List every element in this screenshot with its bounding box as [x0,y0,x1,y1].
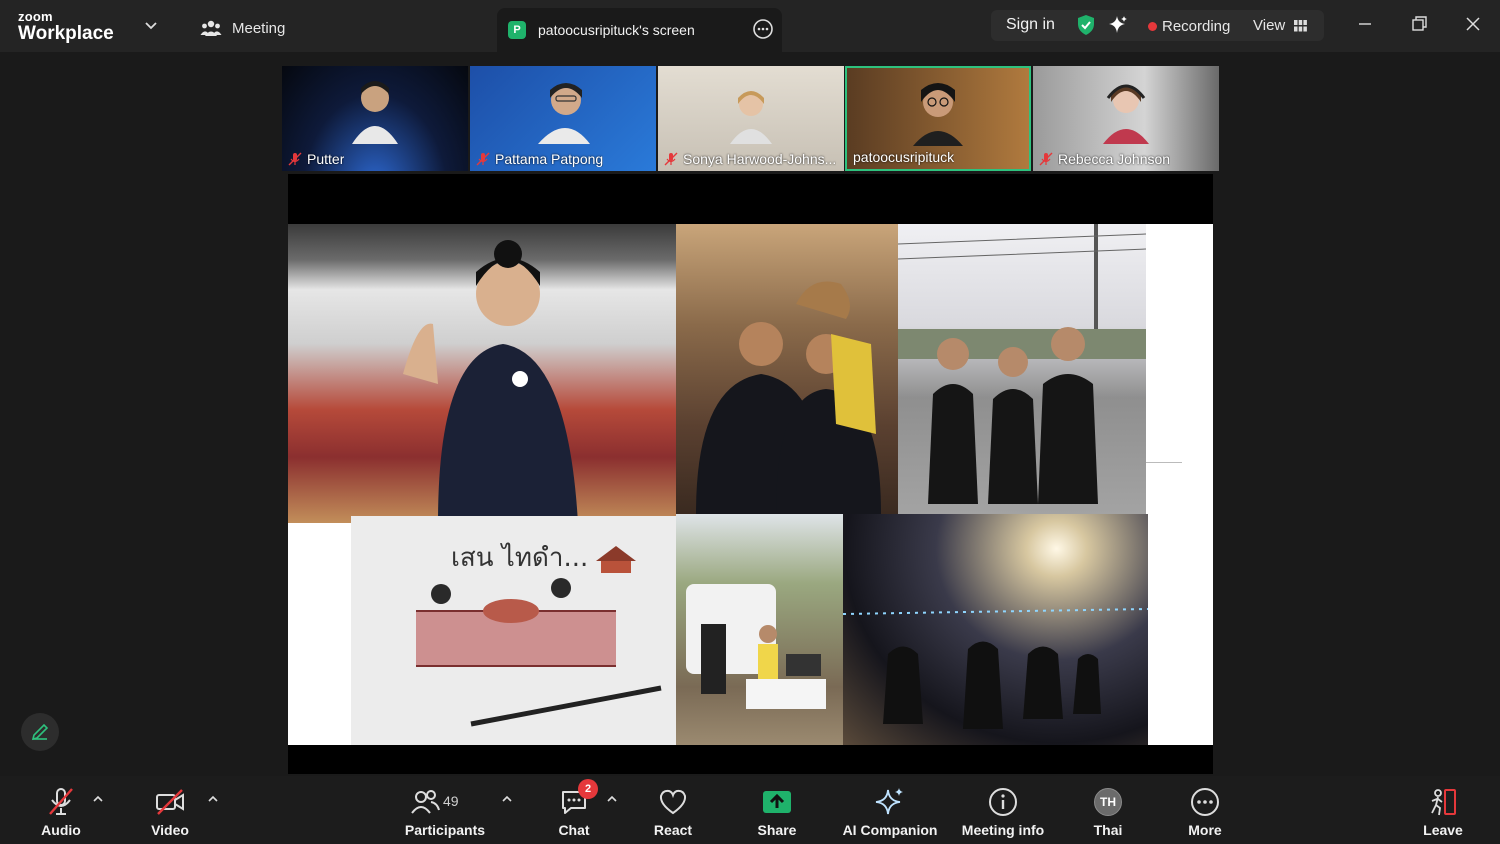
participant-video [1103,84,1149,144]
photo-caravan-stall [676,514,843,745]
recording-dot-icon [1148,22,1157,31]
mic-muted-icon [476,152,490,166]
view-label: View [1253,17,1286,34]
more-dots-icon [1191,788,1219,816]
share-button[interactable]: Share [756,776,798,844]
shared-screen-tab[interactable]: P patoocusripituck's screen [497,8,782,52]
video-off-icon [156,789,184,815]
participant-tile-active[interactable]: patoocusripituck [845,66,1031,171]
shared-slide: เสน ไทดำ... [288,224,1213,745]
leave-button[interactable]: Leave [1423,776,1463,844]
heart-icon [659,789,687,815]
more-options-icon[interactable] [752,18,774,40]
shared-screen-label: patoocusripituck's screen [538,22,695,38]
more-button[interactable]: More [1186,776,1224,844]
logo-small-text: zoom [18,9,53,24]
restore-icon[interactable] [1409,14,1429,34]
participants-label: Participants [404,822,486,838]
video-label: Video [151,822,189,838]
photo-children [676,224,898,514]
audio-options-caret-icon[interactable] [92,794,104,804]
chat-icon-wrap: 2 [558,779,598,818]
meeting-info-label: Meeting info [961,822,1045,838]
annotate-button[interactable] [21,713,59,751]
ai-sparkle-icon[interactable] [1108,15,1128,35]
participant-tile[interactable]: Putter [282,66,468,171]
mic-muted-icon [49,788,73,815]
react-button[interactable]: React [652,776,694,844]
participant-video [730,91,772,144]
participants-button[interactable]: 49 Participants [404,776,486,844]
participants-icon-wrap: 49 [409,786,459,818]
chat-unread-badge: 2 [578,779,598,799]
participants-icon [411,790,440,814]
participant-video [913,83,963,146]
meeting-info-button[interactable]: Meeting info [960,776,1046,844]
participant-video [538,83,590,144]
minimize-icon[interactable] [1355,14,1375,34]
participant-name: Putter [307,151,345,167]
photo-elder-woman [288,224,676,523]
participant-name: Rebecca Johnson [1058,151,1171,167]
chat-label: Chat [558,822,590,838]
pencil-icon [31,723,49,741]
chat-button[interactable]: 2 Chat [555,776,598,844]
meeting-people-icon [200,20,222,36]
language-label: Thai [1093,822,1123,838]
participant-tile[interactable]: Rebecca Johnson [1033,66,1219,171]
language-button[interactable]: TH Thai [1092,776,1124,844]
participant-tile[interactable]: Pattama Patpong [470,66,656,171]
participant-name: patoocusripituck [853,149,955,165]
language-avatar-wrap: TH [1092,786,1124,818]
more-label: More [1188,822,1222,838]
recording-label: Recording [1162,18,1231,35]
video-button[interactable]: Video [148,776,192,844]
participant-tile[interactable]: Sonya Harwood-Johns... [658,66,844,171]
mic-muted-icon [288,152,302,166]
participant-video [352,81,398,144]
language-avatar: TH [1094,788,1122,816]
zoom-workplace-logo: zoom Workplace [18,10,114,43]
sign-in-button[interactable]: Sign in [1006,16,1055,34]
title-bar: zoom Workplace Meeting P patoocusripituc… [0,0,1500,52]
audio-button[interactable]: Audio [38,776,84,844]
leave-door-icon [1431,789,1456,816]
meeting-button[interactable]: Meeting [200,14,285,42]
view-button[interactable]: View [1253,17,1308,34]
audio-label: Audio [41,822,81,838]
divider-line [1146,462,1182,463]
chat-options-caret-icon[interactable] [606,794,618,804]
share-screen-icon [763,791,791,813]
participants-count: 49 [443,793,459,809]
photo-night-dance [843,514,1148,745]
close-icon[interactable] [1463,14,1483,34]
logo-big-text: Workplace [18,23,114,44]
photo-group-outdoors [898,224,1146,514]
react-label: React [653,822,693,838]
participant-name: Pattama Patpong [495,151,604,167]
ai-companion-button[interactable]: AI Companion [843,776,937,844]
share-label: Share [757,822,797,838]
svg-text:เสน ไทดำ...: เสน ไทดำ... [451,542,588,573]
meeting-label: Meeting [232,19,286,37]
ai-sparkle-icon [875,788,903,815]
leave-label: Leave [1423,822,1463,838]
participant-name: Sonya Harwood-Johns... [683,151,837,167]
chevron-down-icon[interactable] [143,17,159,33]
participants-options-caret-icon[interactable] [501,794,513,804]
sharer-badge: P [508,21,526,39]
photo-drawing: เสน ไทดำ... [351,516,676,745]
shared-screen[interactable]: เสน ไทดำ... [288,174,1213,774]
mic-muted-icon [1039,152,1053,166]
security-shield-icon[interactable] [1076,14,1096,36]
recording-indicator[interactable]: Recording [1148,18,1230,35]
top-right-controls: Sign in Recording View [991,10,1324,41]
info-icon [989,788,1017,816]
mic-muted-icon [664,152,678,166]
meeting-toolbar: Audio Video 49 Participants 2 Chat React… [0,776,1500,844]
participant-strip: Putter Pattama Patpong Sonya Harwood-Joh… [282,66,1219,171]
video-options-caret-icon[interactable] [207,794,219,804]
grid-view-icon [1294,19,1308,31]
ai-companion-label: AI Companion [842,822,938,838]
